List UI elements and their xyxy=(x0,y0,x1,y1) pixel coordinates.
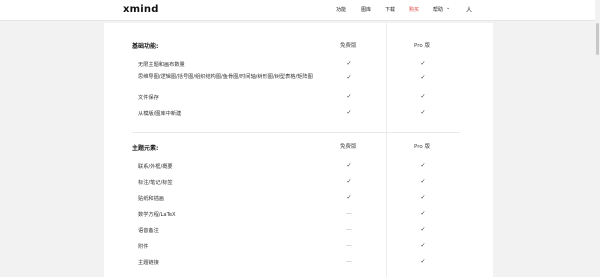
chevron-down-icon[interactable]: ⌄ xyxy=(446,5,450,11)
check-icon: ✓ xyxy=(346,194,352,201)
nav-help[interactable]: 帮助 xyxy=(433,6,443,13)
nav-buy[interactable]: 购买 xyxy=(409,6,419,13)
dash-icon: — xyxy=(346,210,352,217)
section-title-topic-elements: 主题元素: xyxy=(132,145,159,152)
check-icon: ✓ xyxy=(346,162,352,169)
check-icon: ✓ xyxy=(346,109,352,116)
column-divider xyxy=(386,23,387,277)
feature-row-label: 数学方程/LaTeX xyxy=(138,212,176,218)
nav-download[interactable]: 下载 xyxy=(385,6,395,13)
dash-icon: — xyxy=(346,258,352,265)
check-icon: ✓ xyxy=(346,178,352,185)
feature-row-label: 附件 xyxy=(138,244,149,250)
dash-icon: — xyxy=(346,226,352,233)
user-icon[interactable]: 人 xyxy=(466,5,472,14)
section-title-basic: 基础功能: xyxy=(132,43,159,50)
feature-row-label: 主题链接 xyxy=(138,260,159,266)
check-icon: ✓ xyxy=(346,60,352,67)
check-icon: ✓ xyxy=(420,178,426,185)
check-icon: ✓ xyxy=(420,162,426,169)
check-icon: ✓ xyxy=(420,93,426,100)
feature-row-label: 联系/外框/概要 xyxy=(138,164,173,170)
check-icon: ✓ xyxy=(420,258,426,265)
feature-row-label: 语音备注 xyxy=(138,228,159,234)
nav-gallery[interactable]: 图库 xyxy=(361,6,371,13)
column-header-pro: Pro 版 xyxy=(414,43,430,49)
column-header-pro: Pro 版 xyxy=(414,144,430,150)
feature-row-label: 贴纸和插画 xyxy=(138,196,164,202)
check-icon: ✓ xyxy=(420,210,426,217)
dash-icon: — xyxy=(346,242,352,249)
xmind-logo[interactable]: xmind xyxy=(123,4,159,15)
feature-row-label: 文件保存 xyxy=(138,95,159,101)
section-divider xyxy=(132,132,460,133)
column-header-free: 免费版 xyxy=(340,144,357,150)
check-icon: ✓ xyxy=(346,93,352,100)
check-icon: ✓ xyxy=(420,109,426,116)
check-icon: ✓ xyxy=(420,242,426,249)
check-icon: ✓ xyxy=(420,194,426,201)
column-header-free: 免费版 xyxy=(340,43,357,49)
feature-row-label: 从模版/图库中新建 xyxy=(138,111,182,117)
scrollbar-thumb[interactable] xyxy=(596,23,599,55)
feature-row-label: 思维导图/逻辑图/括号图/组织结构图/鱼骨图/时间轴/树形图/树型表格/矩阵图 xyxy=(138,74,313,80)
nav-features[interactable]: 功能 xyxy=(336,6,346,13)
feature-row-label: 标注/笔记/标签 xyxy=(138,180,173,186)
check-icon: ✓ xyxy=(420,60,426,67)
check-icon: ✓ xyxy=(420,74,426,81)
top-navigation-bar: xmind 功能 图库 下载 购买 帮助 ⌄ 人 xyxy=(0,0,600,21)
check-icon: ✓ xyxy=(346,74,352,81)
check-icon: ✓ xyxy=(420,226,426,233)
feature-row-label: 无限主题和画布数量 xyxy=(138,62,185,68)
